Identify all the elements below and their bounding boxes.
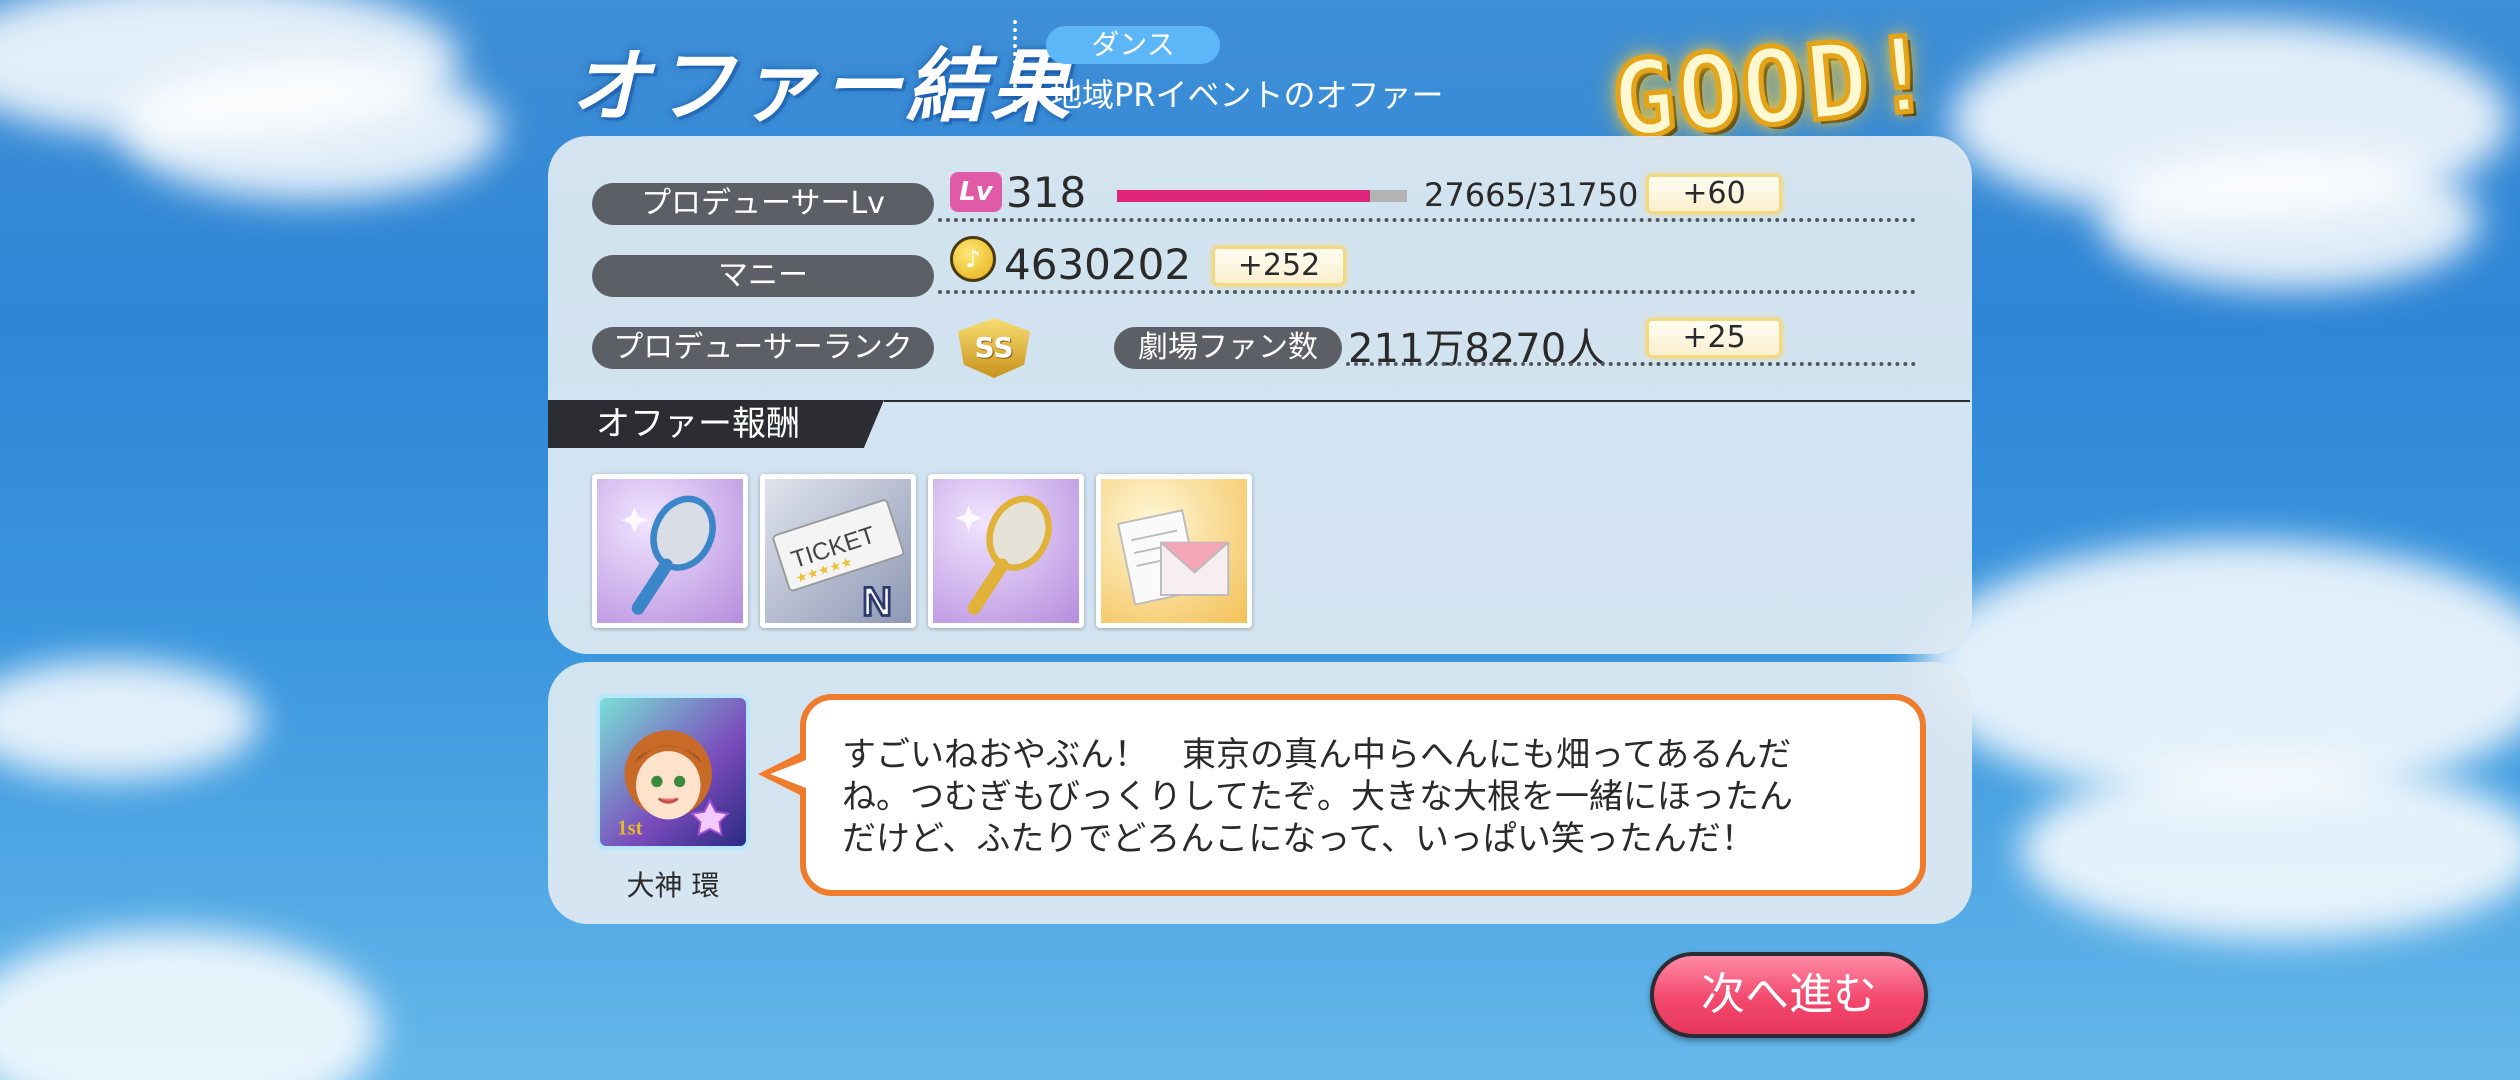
speech-bubble: すごいねおやぶん！ 東京の真ん中らへんにも畑ってあるんだ ね。つむぎもびっくりし… <box>800 694 1926 896</box>
character-name: 大神 環 <box>626 869 720 902</box>
lv-icon: Lv <box>950 172 1002 212</box>
theater-fans-gain: +25 <box>1646 318 1782 358</box>
reward-ticket-n-icon[interactable]: TICKET ★★★★★ N <box>760 474 916 628</box>
message-line: すごいねおやぶん！ 東京の真ん中らへんにも畑ってあるんだ <box>842 735 1792 775</box>
screen-title: オファー結果 <box>570 40 1074 133</box>
dotted-divider <box>938 218 1916 222</box>
dotted-divider <box>1346 362 1916 366</box>
svg-text:1st: 1st <box>617 816 643 840</box>
money-gain: +252 <box>1212 246 1346 286</box>
producer-lv-value: 318 <box>1006 168 1087 217</box>
theater-fans-label: 劇場ファン数 <box>1114 327 1342 369</box>
section-divider <box>884 400 1970 402</box>
producer-lv-label: プロデューサーLv <box>592 183 934 225</box>
xp-progress-text: 27665/31750 <box>1424 176 1639 214</box>
reward-gold-mirror-icon[interactable] <box>928 474 1084 628</box>
xp-progress-bar <box>1117 190 1407 202</box>
producer-lv-gain: +60 <box>1646 174 1782 214</box>
rewards-header: オファー報酬 <box>548 400 884 448</box>
reward-letter-envelope-icon[interactable] <box>1096 474 1252 628</box>
message-line: だけど、ふたりでどろんこになって、いっぱい笑ったんだ！ <box>842 819 1755 859</box>
offer-name: 地域PRイベントのオファー <box>1050 76 1444 114</box>
money-coin-icon: ♪ <box>950 236 996 282</box>
xp-progress-fill <box>1117 190 1370 202</box>
money-label: マニー <box>592 255 934 297</box>
title-divider <box>1013 20 1017 112</box>
character-avatar[interactable]: 1st <box>596 694 750 850</box>
reward-silver-mirror-icon[interactable] <box>592 474 748 628</box>
producer-rank-label: プロデューサーランク <box>592 327 934 369</box>
speech-bubble-tail-inner <box>770 760 806 788</box>
svg-text:N: N <box>862 579 892 623</box>
money-value: 4630202 <box>1004 240 1192 289</box>
category-badge: ダンス <box>1046 26 1220 64</box>
dotted-divider <box>938 290 1916 294</box>
message-line: ね。つむぎもびっくりしてたぞ。大きな大根を一緒にほったん <box>842 777 1793 817</box>
next-button[interactable]: 次へ進む <box>1650 952 1928 1038</box>
